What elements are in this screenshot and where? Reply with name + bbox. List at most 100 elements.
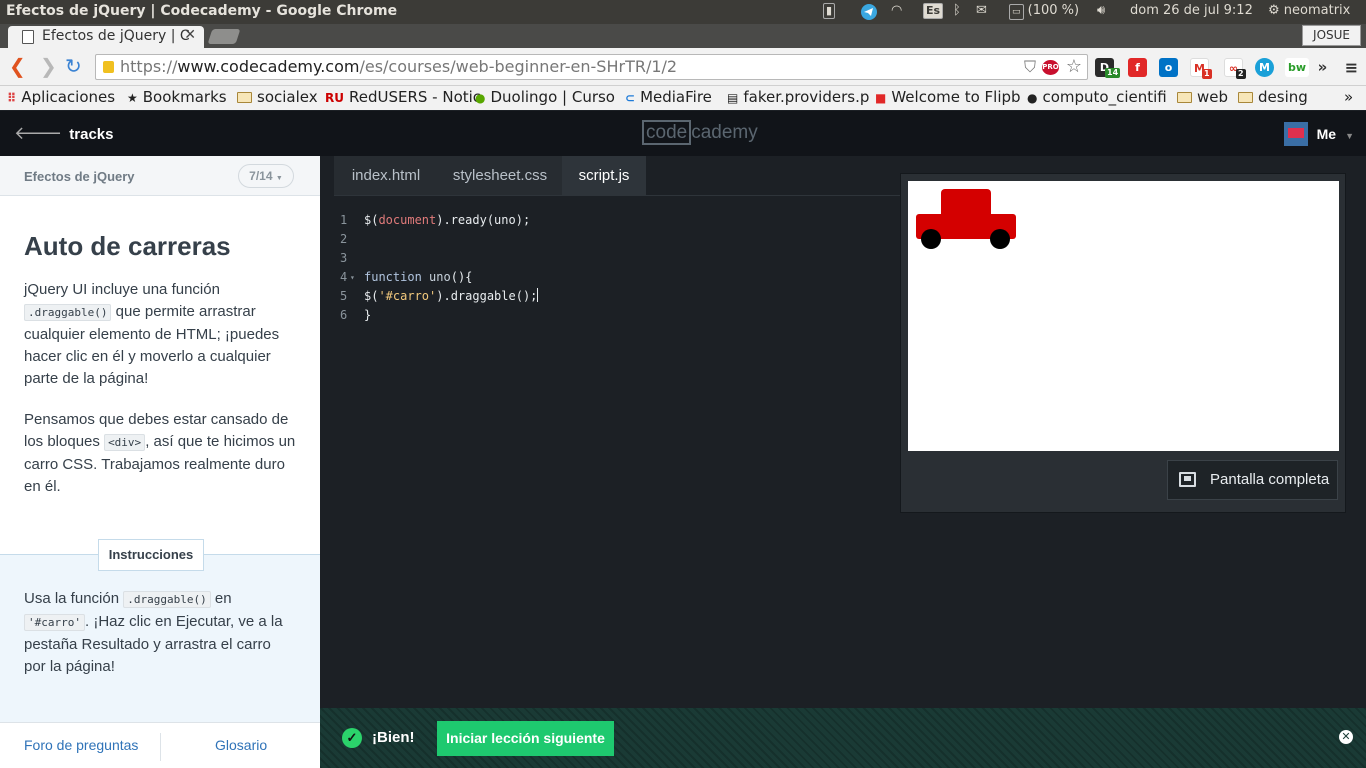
bookmark-socialex[interactable]: socialex [237, 88, 318, 106]
lesson-header: Efectos de jQuery 7/14 ▼ [0, 156, 320, 196]
mediafire-icon: ⊂ [625, 91, 636, 105]
bookmark-faker[interactable]: ▤ faker.providers.p [727, 88, 869, 106]
window-title: Efectos de jQuery | Codecademy - Google … [6, 3, 398, 19]
car-wheel-rear [990, 229, 1010, 249]
instructions-box: Usa la función .draggable() en '#carro'.… [0, 554, 320, 724]
page-icon: ▤ [727, 91, 739, 105]
fullscreen-button[interactable]: Pantalla completa [1167, 460, 1338, 500]
bluetooth-icon[interactable]: ᛒ [953, 3, 961, 18]
car-roof [941, 189, 991, 217]
pro-extension-icon[interactable]: PRO [1042, 60, 1059, 75]
progress-dropdown[interactable]: 7/14 ▼ [238, 164, 294, 188]
session-menu[interactable]: ⚙ neomatrix [1268, 3, 1350, 18]
browser-tab-active[interactable]: Efectos de jQuery | C ✕ [8, 26, 204, 48]
next-lesson-button[interactable]: Iniciar lección siguiente [437, 721, 614, 756]
lock-icon [103, 61, 114, 73]
lesson-paragraph-2: Pensamos que debes estar cansado de los … [24, 411, 296, 495]
forum-link[interactable]: Foro de preguntas [24, 737, 138, 753]
page-favicon-icon [22, 30, 34, 44]
tab-underline [334, 195, 900, 196]
text-cursor [537, 288, 539, 302]
volume-icon[interactable]: 🔊︎ [1097, 3, 1105, 18]
bookmark-duolingo[interactable]: ● Duolingo | Curso [475, 88, 615, 106]
m-extension-icon[interactable]: M [1255, 58, 1274, 77]
mail-icon[interactable]: ✉ [976, 3, 987, 18]
url-path: /es/courses/web-beginner-en-SHrTR/1/2 [359, 57, 678, 76]
lesson-panel: Efectos de jQuery 7/14 ▼ Auto de carrera… [0, 156, 320, 768]
browser-toolbar: ❮ ❯ ↻ https://www.codecademy.com/es/cour… [0, 48, 1366, 86]
instructions-label: Instrucciones [98, 539, 204, 571]
tab-close-icon[interactable]: ✕ [184, 27, 196, 43]
forward-icon[interactable]: ❯ [40, 55, 57, 77]
flipboard-icon: ■ [875, 91, 887, 105]
wifi-icon[interactable]: ◠ [891, 3, 902, 18]
draggable-car[interactable] [916, 189, 1016, 249]
footer-divider [160, 733, 161, 761]
d-extension-icon[interactable]: D 14 [1095, 58, 1121, 78]
instructions-text: Usa la función .draggable() en '#carro'.… [24, 590, 283, 675]
url-domain: www.codecademy.com [177, 57, 360, 76]
back-icon[interactable]: ❮ [9, 55, 26, 77]
session-user: neomatrix [1283, 3, 1351, 18]
bookmark-web[interactable]: web [1177, 88, 1228, 106]
flipboard-extension-icon[interactable]: f [1128, 58, 1147, 77]
fullscreen-icon [1179, 472, 1196, 487]
shield-icon[interactable]: ⛉ [1024, 55, 1036, 79]
bookmark-star-icon[interactable]: ☆ [1066, 55, 1082, 79]
arrow-left-icon: 🡐 [14, 123, 63, 143]
keyboard-lang-indicator[interactable]: Es [923, 3, 944, 19]
clock[interactable]: dom 26 de jul 9:12 [1130, 3, 1253, 18]
star-icon: ★ [127, 91, 138, 105]
result-preview: Pantalla completa [900, 173, 1346, 513]
address-bar[interactable]: https://www.codecademy.com/es/courses/we… [95, 54, 1088, 80]
course-title: Efectos de jQuery [24, 169, 135, 184]
lesson-paragraph-1: jQuery UI incluye una función .draggable… [24, 281, 280, 387]
fold-caret-icon[interactable]: ▾ [350, 268, 355, 287]
preview-canvas [908, 181, 1339, 451]
avatar [1283, 122, 1308, 146]
reload-icon[interactable]: ↻ [65, 55, 82, 77]
outlook-extension-icon[interactable]: o [1159, 58, 1178, 77]
tab-index-html[interactable]: index.html [334, 156, 438, 196]
bookmark-flipboard[interactable]: ■ Welcome to Flipb [875, 88, 1021, 106]
codecademy-header: 🡐 tracks code cademy Me ▼ [0, 111, 1366, 156]
success-bar: ✓ ¡Bien! Iniciar lección siguiente ✕ [320, 708, 1366, 768]
chain-extension-icon[interactable]: ∞ 2 [1224, 58, 1246, 79]
profile-button[interactable]: JOSUE [1302, 25, 1361, 46]
extensions-overflow-icon[interactable]: » [1313, 58, 1332, 77]
url-scheme: https:// [120, 57, 178, 76]
ubuntu-one-icon[interactable]: ▮ [823, 3, 836, 19]
telegram-icon[interactable] [860, 3, 878, 25]
bw-extension-icon[interactable]: bw [1285, 58, 1309, 77]
bookmark-github[interactable]: ● computo_cientifi [1027, 88, 1167, 106]
lesson-title: Auto de carreras [24, 231, 231, 261]
battery-percent: (100 %) [1027, 3, 1080, 18]
user-menu[interactable]: Me ▼ [1283, 122, 1354, 146]
bookmark-redusers[interactable]: RU RedUSERS - Notic [325, 88, 481, 106]
glossary-link[interactable]: Glosario [215, 737, 267, 753]
chevron-down-icon: ▼ [1345, 131, 1354, 141]
bookmark-bookmarks[interactable]: ★ Bookmarks [127, 88, 227, 106]
folder-icon [237, 92, 252, 103]
bookmark-mediafire[interactable]: ⊂ MediaFire [625, 88, 712, 106]
caret-down-icon: ▼ [275, 175, 283, 182]
folder-icon [1238, 92, 1253, 103]
bookmarks-bar: ⠿ Aplicaciones ★ Bookmarks socialex RU RedU… [0, 86, 1366, 110]
tab-script-js[interactable]: script.js [562, 156, 646, 196]
checkmark-icon: ✓ [342, 728, 362, 748]
new-tab-button[interactable] [207, 29, 241, 44]
menu-icon[interactable]: ≡ [1342, 58, 1361, 77]
browser-tab-strip: Efectos de jQuery | C ✕ JOSUE [0, 24, 1366, 48]
lesson-footer: Foro de preguntas Glosario [0, 722, 320, 768]
tab-stylesheet-css[interactable]: stylesheet.css [438, 156, 562, 196]
gmail-extension-icon[interactable]: M1 [1190, 58, 1212, 79]
battery-indicator[interactable]: ▭ (100 %) [1009, 3, 1079, 20]
bookmarks-overflow-icon[interactable]: » [1344, 88, 1353, 106]
github-icon: ● [1027, 91, 1038, 105]
bookmark-desing[interactable]: desing [1238, 88, 1308, 106]
tracks-link[interactable]: 🡐 tracks [14, 123, 113, 144]
close-icon[interactable]: ✕ [1339, 730, 1353, 744]
bookmark-apps[interactable]: ⠿ Aplicaciones [7, 88, 115, 106]
codecademy-logo[interactable]: code cademy [642, 120, 758, 145]
success-message: ✓ ¡Bien! [342, 728, 415, 748]
